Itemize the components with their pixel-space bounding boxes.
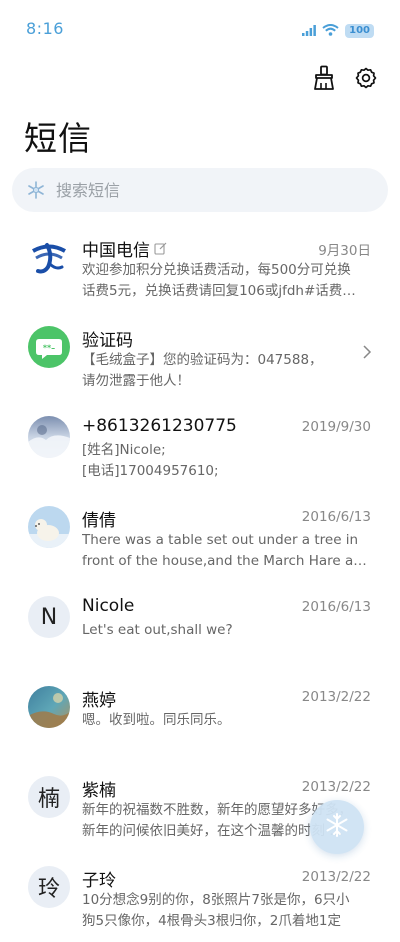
chevron-right-icon [362,344,372,363]
message-preview: 嗯。收到啦。同乐同乐。 [82,710,374,731]
polar-bear-avatar [28,506,70,548]
new-message-fab-button[interactable] [310,800,364,854]
page-title: 短信 [24,119,92,158]
message-preview: 10分想念9别的你，8张照片7张是你，6只小 狗5只像你，4根骨头3根归你，2爪… [82,890,374,931]
name-row: 中国电信 [82,236,167,261]
message-date: 9月30日 [318,243,371,259]
conversation-item[interactable]: 中国电信 9月30日 欢迎参加积分兑换话费活动，每500分可兑换 话费5元，兑换… [0,222,400,312]
message-preview: There was a table set out under a tree i… [82,530,374,571]
status-icons: 100 [302,21,374,40]
message-preview: 【毛绒盒子】您的验证码为：047588， 请勿泄露于他人！ [82,350,374,391]
preview-line: [电话]17004957610; [82,462,219,479]
verification-code-icon: **– [28,326,70,368]
message-date: 2013/2/22 [301,779,371,795]
top-actions [310,64,380,92]
search-input[interactable] [54,179,358,201]
search-icon [26,180,46,200]
preview-line: 10分想念9别的你，8张照片7张是你，6只小 [82,892,350,908]
message-date: 2016/6/13 [301,599,371,615]
message-date: 2019/9/30 [301,419,371,435]
letter-avatar: 楠 [28,776,70,818]
contact-name: +8613261230775 [82,416,237,436]
contact-name: 验证码 [82,331,133,351]
preview-line: 话费5元，兑换话费请回复106或jfdh#话费… [82,282,356,299]
preview-line: 请勿泄露于他人！ [82,372,190,389]
message-preview: Let's eat out,shall we? [82,620,374,641]
name-row: 验证码 [82,326,133,351]
preview-line: 欢迎参加积分兑换话费活动，每500分可兑换 [82,262,351,278]
battery-icon: 100 [345,23,374,38]
message-date: 2013/2/22 [301,689,371,705]
clean-brush-icon[interactable] [310,64,338,92]
search-bar[interactable] [12,168,388,212]
conversation-item[interactable]: 玲 子玲 2013/2/22 10分想念9别的你，8张照片7张是你，6只小 狗5… [0,852,400,942]
letter-avatar: N [28,596,70,638]
conversation-item[interactable]: **– 验证码 【毛绒盒子】您的验证码为：047588， 请勿泄露于他人！ [0,312,400,402]
draft-edit-icon [154,242,167,255]
message-date: 2013/2/22 [301,869,371,885]
name-row: 燕婷 [82,686,116,711]
conversation-item[interactable]: N Nicole 2016/6/13 Let's eat out,shall w… [0,582,400,672]
contact-name: 燕婷 [82,691,116,711]
china-telecom-logo-icon [28,236,70,278]
message-preview: 欢迎参加积分兑换话费活动，每500分可兑换 话费5元，兑换话费请回复106或jf… [82,260,374,301]
preview-line: 【毛绒盒子】您的验证码为：047588， [82,352,323,368]
contact-name: 倩倩 [82,511,116,531]
contact-photo-avatar [28,686,70,728]
conversation-item[interactable]: 燕婷 2013/2/22 嗯。收到啦。同乐同乐。 [0,672,400,762]
preview-line: There was a table set out under a tree i… [82,532,359,548]
conversation-item[interactable]: +8613261230775 2019/9/30 [姓名]Nicole; [电话… [0,402,400,492]
preview-line: 狗5只像你，4根骨头3根归你，2爪着地1定 [82,912,341,929]
preview-line: [姓名]Nicole; [82,442,166,458]
wifi-icon [322,21,339,40]
contact-photo-avatar [28,416,70,458]
preview-line: 嗯。收到啦。同乐同乐。 [82,712,231,728]
conversation-item[interactable]: 倩倩 2016/6/13 There was a table set out u… [0,492,400,582]
name-row: 子玲 [82,866,116,891]
preview-line: Let's eat out,shall we? [82,622,233,638]
name-row: 紫楠 [82,776,116,801]
svg-text:**–: **– [43,344,55,353]
contact-name: Nicole [82,596,135,616]
status-time: 8:16 [26,19,64,38]
contact-name: 中国电信 [82,241,150,261]
snowflake-icon [324,812,350,842]
letter-avatar: 玲 [28,866,70,908]
status-bar: 8:16 100 [0,0,400,56]
signal-icon [302,21,317,40]
message-preview: [姓名]Nicole; [电话]17004957610; [82,440,374,481]
name-row: +8613261230775 [82,416,237,436]
name-row: 倩倩 [82,506,116,531]
settings-gear-icon[interactable] [352,64,380,92]
message-date: 2016/6/13 [301,509,371,525]
preview-line: front of the house,and the March Hare an… [82,552,374,569]
contact-name: 紫楠 [82,781,116,801]
name-row: Nicole [82,596,134,616]
contact-name: 子玲 [82,871,116,891]
